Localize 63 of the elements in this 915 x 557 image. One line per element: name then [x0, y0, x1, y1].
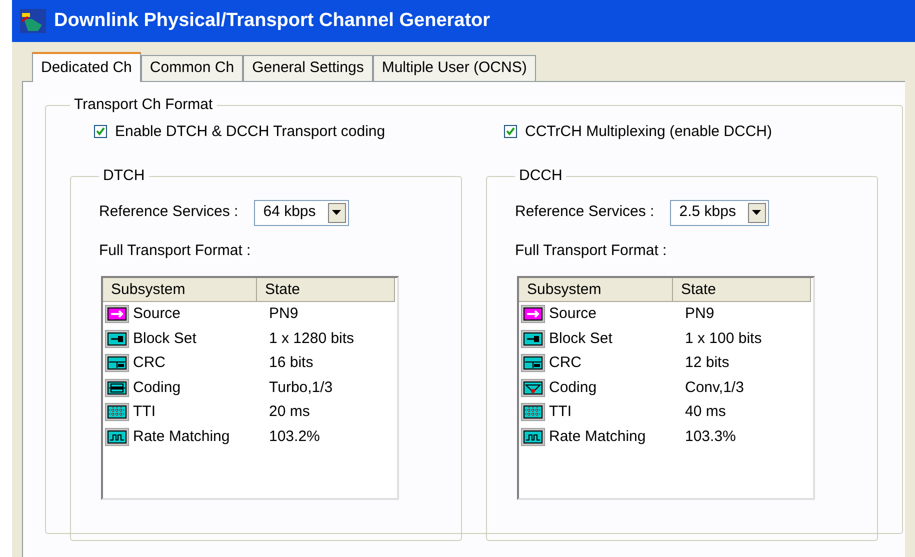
arrow-icon — [105, 305, 129, 324]
wave-icon — [105, 428, 129, 446]
subsystem-name: Coding — [549, 378, 597, 398]
crc-icon — [105, 354, 129, 372]
reference-services-label: Reference Services : — [99, 202, 238, 222]
full-transport-format-label: Full Transport Format : — [99, 240, 252, 260]
caret-icon — [332, 210, 342, 215]
reference-services-dropdown[interactable]: 2.5 kbps — [670, 200, 769, 226]
coder-icon — [105, 378, 129, 397]
subsystem-name: CRC — [549, 353, 582, 373]
subsystem-state: 1 x 100 bits — [685, 328, 762, 348]
block-icon — [521, 330, 545, 348]
caret-icon — [752, 210, 762, 215]
group-title: Transport Ch Format — [73, 95, 214, 115]
subsystem-state: 20 ms — [269, 402, 310, 422]
subsystem-state: Turbo,1/3 — [269, 378, 333, 398]
subsystem-state: 103.2% — [269, 426, 320, 446]
subsystem-state: 12 bits — [685, 353, 730, 373]
subsystem-state: 40 ms — [685, 402, 726, 422]
tab[interactable]: General Settings — [243, 55, 373, 81]
subsystem-name: TTI — [549, 402, 572, 422]
grid-icon — [105, 403, 129, 422]
dropdown-button[interactable] — [328, 202, 346, 222]
arrow-icon — [521, 305, 545, 324]
subsystem-name: Coding — [133, 378, 181, 398]
subsystem-state: Conv,1/3 — [685, 378, 744, 398]
subsystem-name: Block Set — [549, 328, 612, 348]
group-title: DCCH — [518, 166, 564, 186]
checkbox[interactable] — [504, 125, 517, 138]
column-header[interactable]: Subsystem — [519, 278, 673, 302]
tab[interactable]: Multiple User (OCNS) — [372, 55, 536, 81]
checkbox[interactable] — [94, 125, 107, 138]
full-transport-format-label: Full Transport Format : — [515, 240, 668, 260]
coder-icon — [521, 378, 545, 397]
column-header[interactable]: State — [673, 278, 811, 302]
subsystem-state: 103.3% — [685, 426, 736, 446]
checkbox-label: CCTrCH Multiplexing (enable DCCH) — [525, 122, 772, 142]
crc-icon — [521, 354, 545, 372]
tab[interactable]: Dedicated Ch — [32, 52, 141, 82]
subsystem-state: PN9 — [269, 304, 298, 324]
subsystem-name: Source — [549, 304, 597, 324]
column-header[interactable]: Subsystem — [103, 278, 257, 302]
group-title: DTCH — [102, 166, 146, 186]
subsystem-name: Rate Matching — [133, 426, 230, 446]
reference-services-label: Reference Services : — [515, 202, 654, 222]
subsystem-state: 16 bits — [269, 353, 314, 373]
app-icon — [20, 9, 46, 33]
subsystem-name: TTI — [133, 402, 156, 422]
subsystem-state: 1 x 1280 bits — [269, 328, 354, 348]
subsystem-name: Rate Matching — [549, 426, 646, 446]
window-title: Downlink Physical/Transport Channel Generator — [54, 8, 490, 33]
subsystem-state: PN9 — [685, 304, 714, 324]
reference-services-dropdown[interactable]: 64 kbps — [254, 200, 349, 226]
block-icon — [105, 330, 129, 348]
subsystem-name: Block Set — [133, 328, 196, 348]
column-header[interactable]: State — [257, 278, 395, 302]
checkbox-label: Enable DTCH & DCCH Transport coding — [115, 122, 386, 142]
subsystem-name: Source — [133, 304, 181, 324]
wave-icon — [521, 428, 545, 446]
dropdown-button[interactable] — [748, 202, 766, 222]
tab[interactable]: Common Ch — [140, 55, 244, 81]
grid-icon — [521, 403, 545, 422]
subsystem-name: CRC — [133, 353, 166, 373]
